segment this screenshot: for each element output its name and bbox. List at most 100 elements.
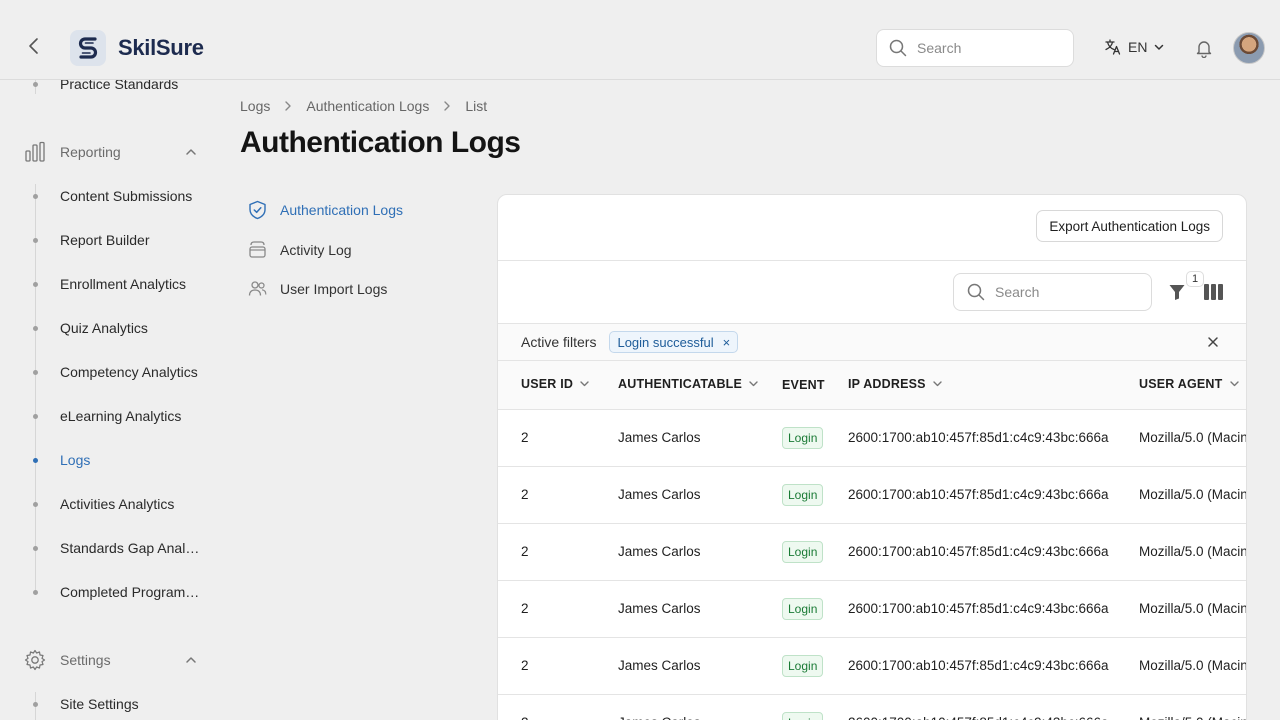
cell-ip-address: 2600:1700:ab10:457f:85d1:c4c9:43bc:666a: [848, 544, 1109, 559]
table-row[interactable]: 2James CarlosLogin2600:1700:ab10:457f:85…: [498, 523, 1246, 580]
tree-bullet: [33, 413, 38, 419]
sidebar-item-label: Standards Gap Analy...: [60, 540, 200, 556]
sidebar-item[interactable]: eLearning Analytics: [0, 404, 220, 428]
funnel-icon: [1169, 285, 1185, 300]
table-row[interactable]: 2 James Carlos Login 2600:1700:ab10:457f:85…: [498, 580, 1246, 637]
column-header-label: EVENT: [782, 377, 825, 392]
column-header-label: USER ID: [521, 377, 574, 392]
table-header-row: USER ID AUTHENTICATABLE EVENT IP ADDRESS…: [498, 361, 1246, 409]
filter-chip: Login successful ×: [609, 331, 739, 353]
event-badge: Login: [782, 540, 824, 563]
column-header-label: AUTHENTICATABLE: [618, 377, 743, 392]
column-header-user-id[interactable]: USER ID: [498, 361, 618, 409]
user-avatar[interactable]: [1233, 32, 1265, 64]
sidebar-item[interactable]: Completed Program ...: [0, 580, 220, 604]
notifications-button[interactable]: [1194, 38, 1214, 63]
cell-ip-address: 2600:1700:ab10:457f:85d1:c4c9:43bc:666a: [848, 601, 1109, 616]
column-header-label: IP ADDRESS: [848, 377, 926, 392]
sidebar-item[interactable]: Content Submissions: [0, 184, 220, 208]
tree-bullet: [33, 701, 38, 707]
language-selector[interactable]: EN: [1104, 38, 1165, 56]
event-badge: Login: [782, 597, 824, 620]
column-header-event: EVENT: [782, 361, 848, 409]
subnav-label: Authentication Logs: [280, 202, 403, 218]
sidebar-item[interactable]: Competency Analytics: [0, 360, 220, 384]
search-icon: [889, 39, 907, 57]
chevron-left-icon: [29, 38, 38, 54]
sidebar-item-label: Practice Standards: [60, 80, 179, 92]
active-filters-label: Active filters: [521, 334, 597, 350]
active-filters-bar: Active filters Login successful ×: [498, 324, 1246, 361]
close-icon: [1208, 337, 1218, 347]
global-search[interactable]: [876, 29, 1074, 67]
table-toolbar: 1: [498, 261, 1246, 324]
event-badge: Login: [782, 654, 824, 677]
sidebar-item-label: Site Settings: [60, 696, 139, 712]
table-row[interactable]: 2James CarlosLogin2600:1700:ab10:457f:85…: [498, 466, 1246, 523]
table-search[interactable]: [953, 273, 1152, 311]
users-icon: [248, 281, 267, 296]
chevron-right-icon: [282, 100, 294, 112]
sidebar-item-label: Report Builder: [60, 232, 150, 248]
back-button[interactable]: [22, 34, 46, 58]
columns-toggle-button[interactable]: [1204, 284, 1223, 305]
column-header-user-agent[interactable]: USER AGENT: [1139, 361, 1246, 409]
remove-filter-icon[interactable]: ×: [723, 335, 731, 350]
breadcrumb-item-logs[interactable]: Logs: [240, 98, 270, 114]
search-icon: [967, 283, 985, 301]
columns-icon: [1204, 284, 1223, 300]
sidebar: Practice Standards Reporting Content Sub…: [0, 80, 220, 720]
cell-user-id: 2: [521, 487, 529, 502]
cell-user-agent: Mozilla/5.0 (Macintosh: [1139, 430, 1246, 445]
cell-authenticatable: James Carlos: [618, 601, 701, 616]
tree-bullet: [33, 193, 38, 199]
table-row[interactable]: 2James CarlosLogin2600:1700:ab10:457f:85…: [498, 694, 1246, 720]
sidebar-item[interactable]: Enrollment Analytics: [0, 272, 220, 296]
sidebar-section-settings[interactable]: Settings: [24, 646, 200, 674]
sidebar-item[interactable]: Activities Analytics: [0, 492, 220, 516]
filter-button[interactable]: [1168, 283, 1186, 306]
table-search-input[interactable]: [995, 284, 1145, 300]
cell-event: Login: [782, 637, 848, 694]
cell-user-id: 2: [521, 601, 529, 616]
panel-header: Export Authentication Logs: [498, 195, 1246, 261]
sidebar-item[interactable]: Standards Gap Analy...: [0, 536, 220, 560]
top-bar: SkilSure EN: [0, 0, 1280, 80]
chevron-down-icon: [748, 378, 759, 392]
export-button[interactable]: Export Authentication Logs: [1036, 210, 1223, 242]
breadcrumb-item-authentication-logs[interactable]: Authentication Logs: [306, 98, 429, 114]
filter-chip-label: Login successful: [617, 334, 714, 350]
sidebar-item-practice-standards[interactable]: Practice Standards: [0, 80, 220, 96]
archive-icon: [249, 241, 266, 258]
sidebar-item[interactable]: Logs: [0, 448, 220, 472]
tree-bullet: [33, 501, 38, 507]
sidebar-section-reporting[interactable]: Reporting: [24, 138, 200, 166]
sidebar-item[interactable]: Report Builder: [0, 228, 220, 252]
chevron-up-icon: [186, 657, 196, 663]
cell-event: Login: [782, 694, 848, 720]
sidebar-item[interactable]: Quiz Analytics: [0, 316, 220, 340]
clear-filters-button[interactable]: [1206, 335, 1220, 352]
global-search-input[interactable]: [917, 40, 1057, 56]
subnav-activity-log[interactable]: Activity Log: [248, 240, 352, 259]
subnav-authentication-logs[interactable]: Authentication Logs: [248, 200, 403, 220]
tree-bullet: [33, 369, 38, 375]
cell-user-id: 2: [498, 694, 618, 720]
logs-panel: Export Authentication Logs 1 Active filt…: [497, 194, 1247, 720]
column-header-ip-address[interactable]: IP ADDRESS: [848, 361, 1139, 409]
tree-bullet: [33, 457, 38, 463]
cell-user-agent: Mozilla/5.0 (Macintosh: [1139, 487, 1246, 502]
sidebar-item-site-settings[interactable]: Site Settings: [0, 692, 220, 716]
cell-user-agent: Mozilla/5.0 (Macintosh: [1139, 601, 1246, 616]
cell-ip-address: 2600:1700:ab10:457f:85d1:c4c9:43bc:666a: [848, 487, 1109, 502]
table-row[interactable]: 2James CarlosLogin2600:1700:ab10:457f:85…: [498, 637, 1246, 694]
app-logo[interactable]: SkilSure: [70, 30, 204, 66]
chevron-down-icon: [579, 378, 590, 392]
event-badge: Login: [782, 483, 824, 506]
table-row[interactable]: 2James CarlosLogin2600:1700:ab10:457f:85…: [498, 409, 1246, 466]
subnav-user-import-logs[interactable]: User Import Logs: [248, 279, 387, 298]
column-header-authenticatable[interactable]: AUTHENTICATABLE: [618, 361, 782, 409]
sidebar-item-label: Logs: [60, 452, 91, 468]
cell-event: Login: [782, 409, 848, 466]
filter-count-badge: 1: [1186, 271, 1204, 287]
